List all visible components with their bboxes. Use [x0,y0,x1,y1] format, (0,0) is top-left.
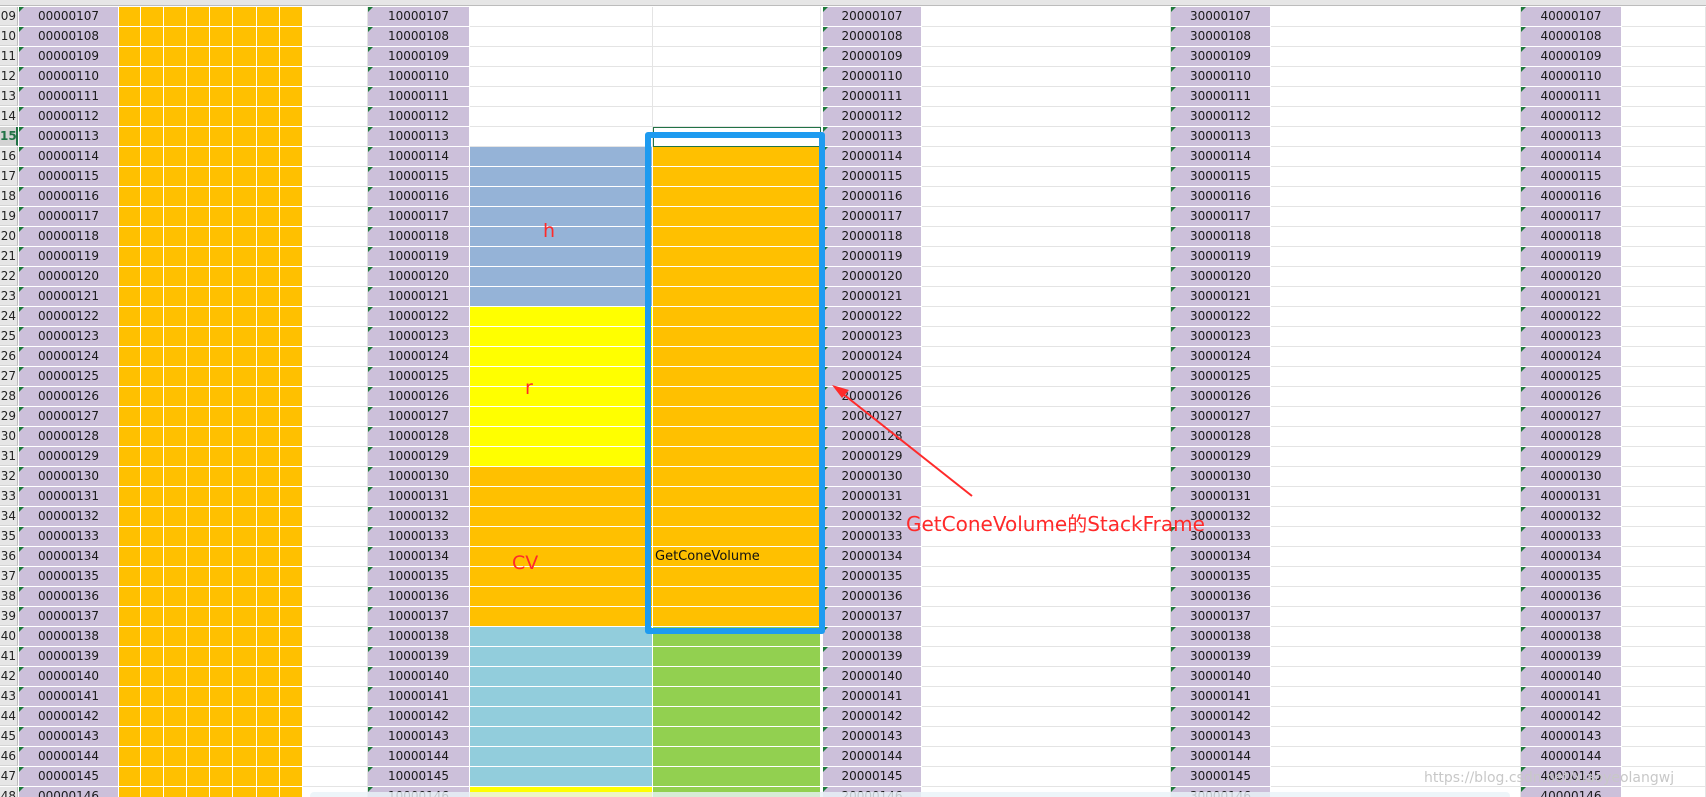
annotation-r: r [525,377,533,399]
annotation-h: h [543,220,556,242]
bottom-scroll-bar[interactable] [310,792,1510,797]
watermark: https://blog.csdn.net/xiaoyeolangwj [1424,770,1675,786]
annotation-cv: CV [512,552,539,574]
callout-arrow-line [837,389,973,497]
spreadsheet-grid[interactable]: 09 00000107 10000107 20000107 30000107 400001… [0,0,1706,797]
callout-arrow [832,385,973,497]
annotation-callout: GetConeVolume的StackFrame [906,512,1205,536]
